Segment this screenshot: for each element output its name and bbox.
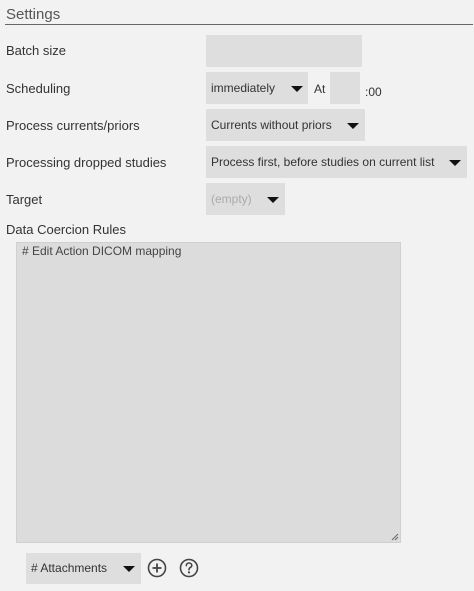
minutes-suffix: :00 bbox=[365, 85, 382, 99]
question-circle-icon[interactable] bbox=[179, 558, 199, 578]
scheduling-label: Scheduling bbox=[6, 81, 71, 96]
scheduling-selected-value: immediately bbox=[211, 81, 276, 95]
chevron-down-icon bbox=[123, 566, 135, 572]
target-select[interactable]: (empty) bbox=[206, 183, 285, 215]
chevron-down-icon bbox=[291, 86, 303, 92]
batch-size-input[interactable] bbox=[206, 35, 362, 67]
coercion-rules-label: Data Coercion Rules bbox=[6, 222, 126, 237]
chevron-down-icon bbox=[347, 123, 359, 129]
settings-panel: Settings Batch size Scheduling immediate… bbox=[0, 0, 474, 591]
processing-dropped-label: Processing dropped studies bbox=[6, 155, 167, 170]
processing-dropped-select[interactable]: Process first, before studies on current… bbox=[206, 146, 467, 178]
target-selected-value: (empty) bbox=[211, 192, 252, 206]
chevron-down-icon bbox=[449, 160, 461, 166]
process-currents-label: Process currents/priors bbox=[6, 118, 140, 133]
process-currents-select[interactable]: Currents without priors bbox=[206, 109, 365, 141]
schedule-minute-input[interactable] bbox=[330, 72, 360, 104]
batch-size-label: Batch size bbox=[6, 43, 66, 58]
attachments-select[interactable]: # Attachments bbox=[26, 553, 141, 584]
process-currents-selected-value: Currents without priors bbox=[211, 118, 332, 132]
processing-dropped-selected-value: Process first, before studies on current… bbox=[211, 155, 435, 169]
page-title: Settings bbox=[6, 6, 61, 23]
title-divider bbox=[5, 24, 473, 25]
coercion-rules-content: # Edit Action DICOM mapping bbox=[22, 244, 182, 258]
plus-circle-icon[interactable] bbox=[147, 558, 167, 578]
chevron-down-icon bbox=[267, 197, 279, 203]
attachments-selected-value: # Attachments bbox=[31, 561, 108, 575]
at-label: At bbox=[314, 82, 326, 96]
resize-grip-icon[interactable] bbox=[391, 533, 399, 541]
coercion-rules-textarea[interactable]: # Edit Action DICOM mapping bbox=[16, 242, 401, 543]
scheduling-select[interactable]: immediately bbox=[206, 72, 308, 104]
target-label: Target bbox=[6, 192, 43, 207]
